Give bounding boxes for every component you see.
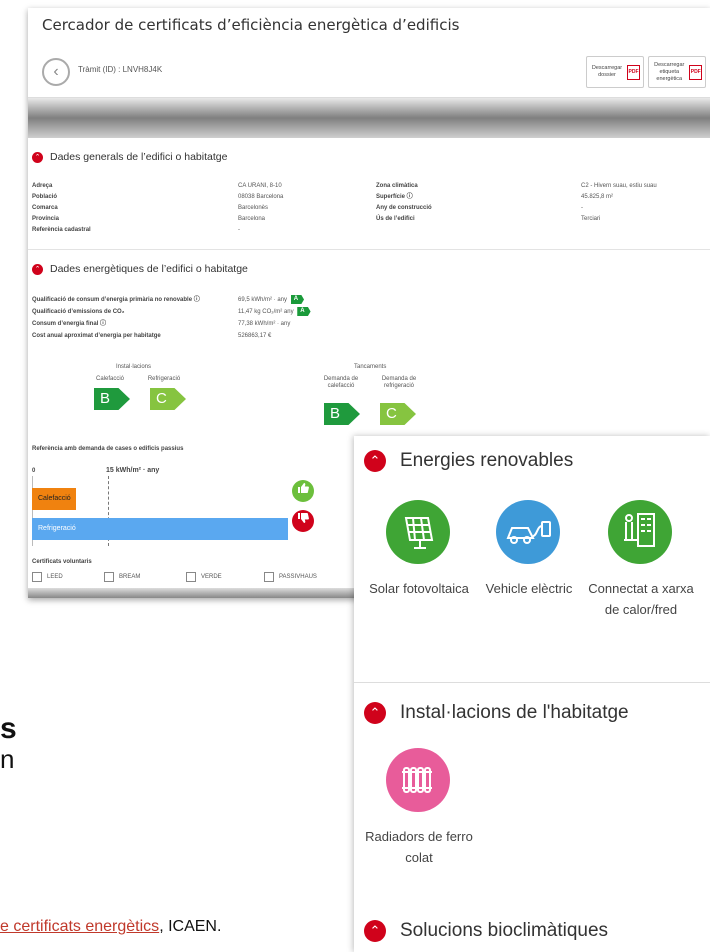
field-value: - [581,205,583,211]
back-button[interactable]: ‹ [42,58,70,86]
divider-band [28,98,710,138]
threshold-label: 15 kWh/m² · any [106,467,160,474]
field-value: 526863,17 € [238,333,272,339]
axis-zero: 0 [32,468,36,474]
field-label: Adreça [32,183,53,189]
renewable-label: Vehicle elèctric [485,581,573,596]
thumbs-up-icon [292,480,314,502]
field-label: Referència cadastral [32,227,91,233]
features-panel: ⌃ Energies renovables Solar fotovoltaica… [354,436,710,952]
field-label: Any de construcció [376,205,432,211]
installation-label: Radiadors de ferro colat [365,829,473,865]
voluntary-title: Certificats voluntaris [32,559,92,565]
installations-heading: Instal·lacions de l'habitatge [400,702,629,723]
tramit-id: Tràmit (ID) : LNVH8J4K [78,65,163,74]
collapse-icon: ⌃ [364,920,386,942]
reference-chart: Calefacció Refrigeració [32,476,288,556]
checkbox-leed[interactable]: LEED [32,572,63,582]
download-dossier-button[interactable]: Descarregar dossier PDF [586,56,644,88]
divider [354,682,710,683]
divider [28,249,710,250]
source-suffix: , ICAEN. [159,918,222,935]
renewables-title: Energies renovables [400,450,574,471]
rating-badge-heating-demand: B [324,403,360,425]
bioclimatic-header[interactable]: ⌃ Solucions bioclimàtiques [364,920,608,942]
rating-badge-cooling-demand: C [380,403,416,425]
field-label: Ús de l’edifici [376,216,415,222]
field-label: Qualificació de consum d’energia primàri… [32,297,200,303]
bioclimatic-heading: Solucions bioclimàtiques [400,920,609,941]
renewable-label: Connectat a xarxa de calor/fred [588,581,694,617]
field-value: CA URANI, 8-10 [238,183,282,189]
field-label: Zona climàtica [376,183,418,189]
field-label: Superfície ⓘ [376,194,413,200]
collapse-icon: ⌃ [32,151,43,163]
field-value: 45.825,8 m² [581,194,614,200]
download-label-button[interactable]: Descarregar etiqueta energètica PDF [648,56,706,88]
energy-data-title: Dades energètiques de l’edifici o habita… [50,263,248,275]
reference-title: Referència amb demanda de cases o edific… [32,446,184,452]
renewables-header[interactable]: ⌃ Energies renovables [364,450,573,472]
rating-badge-heating: B [94,388,130,410]
field-label: Província [32,216,60,222]
pdf-icon: PDF [689,64,702,80]
field-value: Barcelonès [238,205,269,211]
radiator-icon [386,748,450,812]
bar-cooling: Refrigeració [32,518,288,540]
pdf-icon: PDF [627,64,640,80]
app-title: Cercador de certificats d’eficiència ene… [42,16,460,34]
field-label: Qualificació d’emissions de CO₂ [32,309,125,315]
field-value: Barcelona [238,216,266,222]
solar-panel-icon [386,500,450,564]
checkbox-label: BREAM [119,574,141,580]
rating-badge-cooling: C [150,388,186,410]
field-value: 77,38 kWh/m² · any [238,321,291,327]
general-data-title: Dades generals de l’edifici o habitatge [50,151,228,163]
checkbox-bream[interactable]: BREAM [104,572,140,582]
slide-source: e certificats energètics, ICAEN. [0,918,221,936]
download-dossier-label: Descarregar dossier [591,65,623,78]
field-value: 69,5 kWh/m² · any A [238,295,305,306]
field-label: Cost anual aproximat d’energia per habit… [32,333,161,339]
checkbox-label: PASSIVHAUS [279,574,317,580]
rating-label: Calefacció [95,376,124,382]
installations-title: Instal·lacions [116,364,152,370]
download-label-text: Descarregar etiqueta energètica [654,61,685,82]
slide-fragment-line: n [0,744,15,774]
bar-heating: Calefacció [32,488,76,510]
field-value-text: 11,47 kg CO₂/m² any [238,309,294,316]
general-data-header[interactable]: ⌃ Dades generals de l’edifici o habitatg… [32,151,227,163]
rating-label: Demanda de refrigeració [381,376,417,389]
electric-car-icon [496,500,560,564]
field-label: Població [32,194,58,200]
thumbs-down-icon [292,510,314,532]
renewable-label: Solar fotovoltaica [369,581,469,596]
energy-rating-badge: A [297,307,311,316]
energy-data-header[interactable]: ⌃ Dades energètiques de l’edifici o habi… [32,263,248,275]
installations-header[interactable]: ⌃ Instal·lacions de l'habitatge [364,702,629,724]
collapse-icon: ⌃ [32,263,43,275]
checkbox-verde[interactable]: VERDE [186,572,222,582]
field-label: Comarca [32,205,58,211]
checkbox-passivhaus[interactable]: PASSIVHAUS [264,572,317,582]
field-value: - [238,227,240,233]
collapse-icon: ⌃ [364,450,386,472]
field-value-text: 69,5 kWh/m² · any [238,297,288,304]
field-label: Consum d’energia final ⓘ [32,321,107,327]
field-value: Terciari [581,216,601,222]
rating-label: Refrigeració [147,376,181,382]
slide-fragment-bold: s [0,712,17,745]
topbar: ‹ Tràmit (ID) : LNVH8J4K Descarregar dos… [28,46,710,98]
field-value: 08038 Barcelona [238,194,284,200]
source-link[interactable]: e certificats energètics [0,918,159,935]
energy-rating-badge: A [290,295,305,304]
checkbox-label: LEED [47,574,63,580]
field-value: 11,47 kg CO₂/m² any A [238,307,311,318]
enclosures-title: Tancaments [354,364,387,370]
district-heating-icon [608,500,672,564]
field-value: C2 - Hivern suau, estiu suau [581,183,657,189]
collapse-icon: ⌃ [364,702,386,724]
rating-label: Demanda de calefacció [323,376,359,389]
checkbox-label: VERDE [201,574,222,580]
